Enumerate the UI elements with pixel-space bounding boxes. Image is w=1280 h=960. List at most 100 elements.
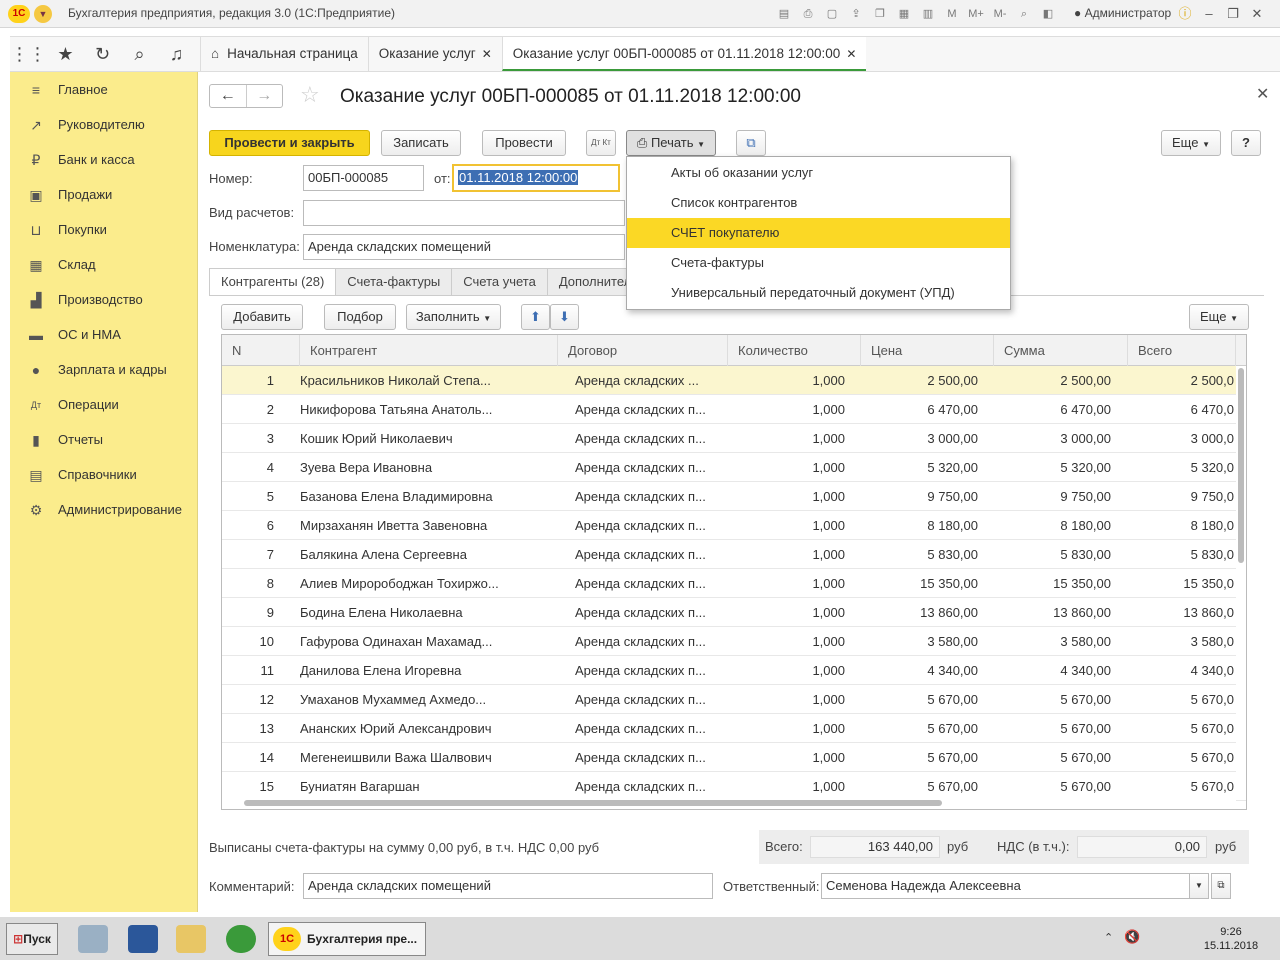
column-header-quantity[interactable]: Количество: [728, 335, 861, 366]
upload-icon[interactable]: ⇪: [846, 5, 866, 23]
table-row[interactable]: 3 Кошик Юрий Николаевич Аренда складских п…: [222, 424, 1246, 453]
table-row[interactable]: 10 Гафурова Одинахан Махамад... Аренда скл…: [222, 627, 1246, 656]
close-tab-icon[interactable]: ✕: [846, 47, 856, 61]
sidebar-item-warehouse[interactable]: ▦ Склад: [10, 250, 198, 280]
calculator-icon[interactable]: ▦: [894, 5, 914, 23]
info-icon[interactable]: ⓘ: [1176, 4, 1194, 24]
memory-m-button[interactable]: M: [942, 5, 962, 23]
responsible-open-button[interactable]: ⧉: [1211, 873, 1231, 899]
fill-button[interactable]: Заполнить ▼: [406, 304, 501, 330]
scroll-thumb[interactable]: [1238, 368, 1244, 563]
close-window-icon[interactable]: ✕: [1248, 4, 1266, 24]
minimize-icon[interactable]: –: [1200, 4, 1218, 24]
tab-services-list[interactable]: Оказание услуг ✕: [367, 37, 502, 71]
column-header-n[interactable]: N: [222, 335, 300, 366]
table-row[interactable]: 6 Мирзаханян Иветта Завеновна Аренда склад…: [222, 511, 1246, 540]
scroll-thumb[interactable]: [244, 800, 942, 806]
table-row[interactable]: 12 Умаханов Мухаммед Ахмедо... Аренда скла…: [222, 685, 1246, 714]
responsible-dropdown-button[interactable]: ▼: [1189, 873, 1209, 899]
save-icon[interactable]: ▤: [774, 5, 794, 23]
post-button[interactable]: Провести: [482, 130, 566, 156]
apps-grid-icon[interactable]: ⋮⋮: [10, 37, 47, 71]
move-up-button[interactable]: ⬆: [521, 304, 550, 330]
start-button[interactable]: ⊞Пуск: [6, 923, 58, 955]
close-form-icon[interactable]: ✕: [1256, 84, 1269, 104]
panel-icon[interactable]: ◧: [1038, 5, 1058, 23]
favorite-star-icon[interactable]: ☆: [300, 82, 320, 108]
tray-expand-icon[interactable]: ⌃: [1104, 931, 1113, 944]
sidebar-item-manager[interactable]: ↗ Руководителю: [10, 110, 198, 140]
print-menu-item[interactable]: Акты об оказании услуг: [627, 158, 1010, 188]
table-row[interactable]: 9 Бодина Елена Николаевна Аренда складских…: [222, 598, 1246, 627]
memory-minus-button[interactable]: M-: [990, 5, 1010, 23]
horizontal-scrollbar[interactable]: [222, 797, 1236, 809]
comment-field[interactable]: Аренда складских помещений: [303, 873, 713, 899]
back-arrow-icon[interactable]: ←: [210, 85, 246, 107]
powershell-icon[interactable]: [128, 925, 158, 953]
copy-icon[interactable]: ❐: [870, 5, 890, 23]
calendar-icon[interactable]: ▥: [918, 5, 938, 23]
history-icon[interactable]: ↻: [84, 37, 121, 71]
server-app-icon[interactable]: [78, 925, 108, 953]
table-more-button[interactable]: Еще ▼: [1189, 304, 1249, 330]
print-menu-item[interactable]: Универсальный передаточный документ (УПД…: [627, 278, 1010, 308]
zoom-icon[interactable]: ⌕: [1014, 5, 1034, 23]
tab-services-document[interactable]: Оказание услуг 00БП-000085 от 01.11.2018…: [501, 37, 867, 71]
column-header-total[interactable]: Всего: [1128, 335, 1236, 366]
tab-accounts[interactable]: Счета учета: [451, 268, 548, 296]
taskbar-app-1c[interactable]: 1С Бухгалтерия пре...: [268, 922, 426, 956]
search-icon[interactable]: ⌕: [121, 37, 158, 71]
print-menu-item[interactable]: Список контрагентов: [627, 188, 1010, 218]
favorites-star-icon[interactable]: ★: [47, 37, 84, 71]
volume-muted-icon[interactable]: 🔇: [1124, 929, 1140, 945]
main-menu-chevron-icon[interactable]: ▼: [34, 5, 52, 23]
table-row[interactable]: 5 Базанова Елена Владимировна Аренда склад…: [222, 482, 1246, 511]
column-header-sum[interactable]: Сумма: [994, 335, 1128, 366]
sidebar-item-reports[interactable]: ▮ Отчеты: [10, 425, 198, 455]
date-field[interactable]: 01.11.2018 12:00:00: [452, 164, 620, 192]
pick-button[interactable]: Подбор: [324, 304, 396, 330]
sidebar-item-administration[interactable]: ⚙ Администрирование: [10, 495, 198, 525]
help-button[interactable]: ?: [1231, 130, 1261, 156]
memory-plus-button[interactable]: M+: [966, 5, 986, 23]
column-header-price[interactable]: Цена: [861, 335, 994, 366]
close-tab-icon[interactable]: ✕: [482, 47, 492, 61]
bell-icon[interactable]: ♫: [158, 37, 195, 71]
vertical-scrollbar[interactable]: [1236, 366, 1246, 796]
add-button[interactable]: Добавить: [221, 304, 303, 330]
current-user[interactable]: ● Администратор: [1074, 6, 1171, 20]
print-icon[interactable]: ⎙: [798, 5, 818, 23]
nomenclature-field[interactable]: Аренда складских помещений: [303, 234, 625, 260]
post-and-close-button[interactable]: Провести и закрыть: [209, 130, 370, 156]
sidebar-item-sales[interactable]: ▣ Продажи: [10, 180, 198, 210]
move-down-button[interactable]: ⬇: [550, 304, 579, 330]
explorer-folder-icon[interactable]: [176, 925, 206, 953]
tab-home[interactable]: ⌂ Начальная страница: [200, 37, 368, 71]
table-row[interactable]: 11 Данилова Елена Игоревна Аренда складски…: [222, 656, 1246, 685]
table-row[interactable]: 13 Ананских Юрий Александрович Аренда скла…: [222, 714, 1246, 743]
table-row[interactable]: 1 Красильников Николай Степа... Аренда скл…: [222, 366, 1246, 395]
number-field[interactable]: 00БП-000085: [303, 165, 424, 191]
sidebar-item-directories[interactable]: ▤ Справочники: [10, 460, 198, 490]
sidebar-item-bank[interactable]: ₽ Банк и касса: [10, 145, 198, 175]
sidebar-item-production[interactable]: ▟ Производство: [10, 285, 198, 315]
save-button[interactable]: Записать: [381, 130, 461, 156]
table-row[interactable]: 8 Алиев Мирорободжан Тохиржо... Аренда скл…: [222, 569, 1246, 598]
tab-counterparties[interactable]: Контрагенты (28): [209, 268, 337, 296]
tab-invoices[interactable]: Счета-фактуры: [335, 268, 453, 296]
table-row[interactable]: 2 Никифорова Татьяна Анатоль... Аренда скл…: [222, 395, 1246, 424]
dt-kt-button[interactable]: Дт Кт: [586, 130, 616, 156]
sidebar-item-operations[interactable]: Дт Операции: [10, 390, 198, 420]
structure-button[interactable]: ⧉: [736, 130, 766, 156]
table-row[interactable]: 7 Балякина Алена Сергеевна Аренда складски…: [222, 540, 1246, 569]
sidebar-item-fixed-assets[interactable]: ▬ ОС и НМА: [10, 320, 198, 350]
restore-icon[interactable]: ❐: [1224, 4, 1242, 24]
table-row[interactable]: 14 Мегенеишвили Важа Шалвович Аренда склад…: [222, 743, 1246, 772]
sidebar-item-payroll[interactable]: ● Зарплата и кадры: [10, 355, 198, 385]
sidebar-item-purchases[interactable]: ⊔ Покупки: [10, 215, 198, 245]
print-menu-item-highlighted[interactable]: СЧЕТ покупателю: [627, 218, 1010, 248]
settlement-type-field[interactable]: [303, 200, 625, 226]
sidebar-item-main[interactable]: ≡ Главное: [10, 75, 198, 105]
more-button[interactable]: Еще ▼: [1161, 130, 1221, 156]
responsible-field[interactable]: Семенова Надежда Алексеевна: [821, 873, 1209, 899]
